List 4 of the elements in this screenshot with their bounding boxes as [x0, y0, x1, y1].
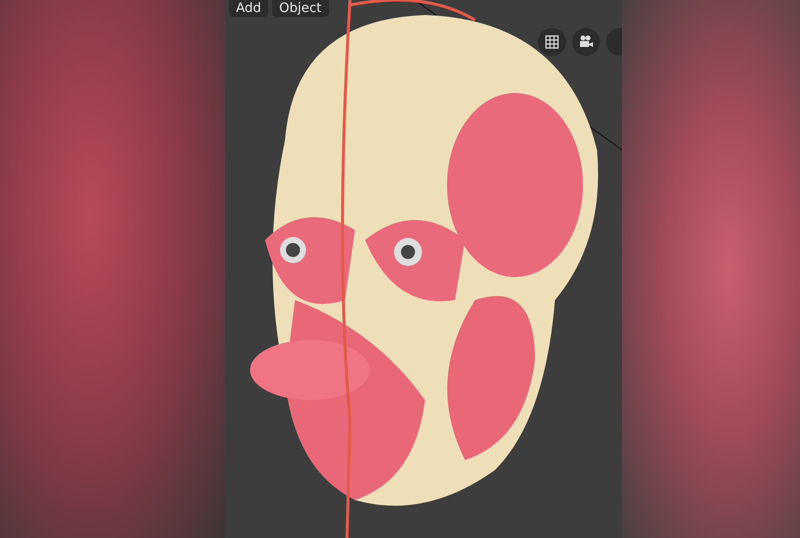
- grid-icon[interactable]: [538, 28, 566, 56]
- camera-icon[interactable]: [572, 28, 600, 56]
- menu-button[interactable]: Object: [272, 0, 329, 17]
- menu-button[interactable]: Add: [229, 0, 268, 17]
